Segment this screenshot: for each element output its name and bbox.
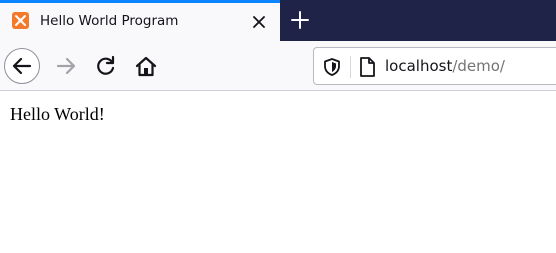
page-text: Hello World!	[10, 104, 105, 124]
tab-title: Hello World Program	[40, 13, 179, 29]
home-icon	[135, 56, 157, 77]
url-text[interactable]: localhost/demo/	[385, 57, 505, 75]
xampp-icon	[12, 12, 29, 29]
page-content: Hello World!	[0, 91, 556, 253]
shield-icon[interactable]	[322, 57, 342, 77]
reload-icon	[97, 55, 115, 75]
plus-icon[interactable]	[288, 8, 312, 32]
arrow-right-icon	[56, 57, 76, 75]
navigation-toolbar: localhost/demo/	[0, 41, 556, 91]
back-button[interactable]	[4, 48, 40, 84]
url-bar[interactable]: localhost/demo/	[313, 47, 556, 85]
url-host: localhost	[385, 57, 453, 75]
forward-button[interactable]	[48, 48, 84, 84]
tab-active[interactable]: Hello World Program	[0, 0, 280, 41]
url-separator	[350, 56, 351, 78]
arrow-left-icon	[12, 57, 32, 75]
tab-strip: Hello World Program	[0, 0, 556, 41]
close-icon[interactable]	[247, 10, 271, 34]
home-button[interactable]	[128, 48, 164, 84]
reload-button[interactable]	[88, 48, 124, 84]
page-icon[interactable]	[358, 56, 376, 78]
url-path: /demo/	[452, 57, 505, 75]
